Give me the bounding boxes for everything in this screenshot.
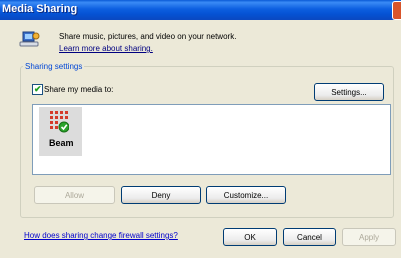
deny-button[interactable]: Deny [121, 186, 201, 204]
device-label: Beam [49, 138, 74, 148]
firewall-help-link[interactable]: How does sharing change firewall setting… [24, 231, 178, 240]
device-item[interactable]: Beam [39, 107, 82, 156]
allow-button[interactable]: Allow [34, 186, 115, 204]
checkmark-icon: ✔ [34, 84, 42, 94]
media-sharing-icon [19, 31, 40, 47]
cancel-button[interactable]: Cancel [283, 228, 336, 246]
settings-button[interactable]: Settings... [314, 83, 384, 101]
close-button[interactable] [392, 1, 401, 20]
ok-button[interactable]: OK [223, 228, 277, 246]
customize-button[interactable]: Customize... [206, 186, 286, 204]
share-media-checkbox[interactable]: ✔ [32, 84, 43, 95]
device-allowed-icon [50, 111, 69, 133]
device-list[interactable] [32, 104, 391, 175]
learn-more-link[interactable]: Learn more about sharing. [59, 44, 153, 53]
window-title: Media Sharing [2, 3, 78, 15]
share-media-label: Share my media to: [44, 85, 114, 94]
apply-button[interactable]: Apply [342, 228, 396, 246]
header-description: Share music, pictures, and video on your… [59, 32, 237, 41]
title-bar[interactable]: Media Sharing [0, 0, 401, 20]
media-sharing-dialog: Media Sharing Share music, pictures, and… [0, 0, 401, 258]
sharing-settings-label: Sharing settings [23, 62, 85, 71]
